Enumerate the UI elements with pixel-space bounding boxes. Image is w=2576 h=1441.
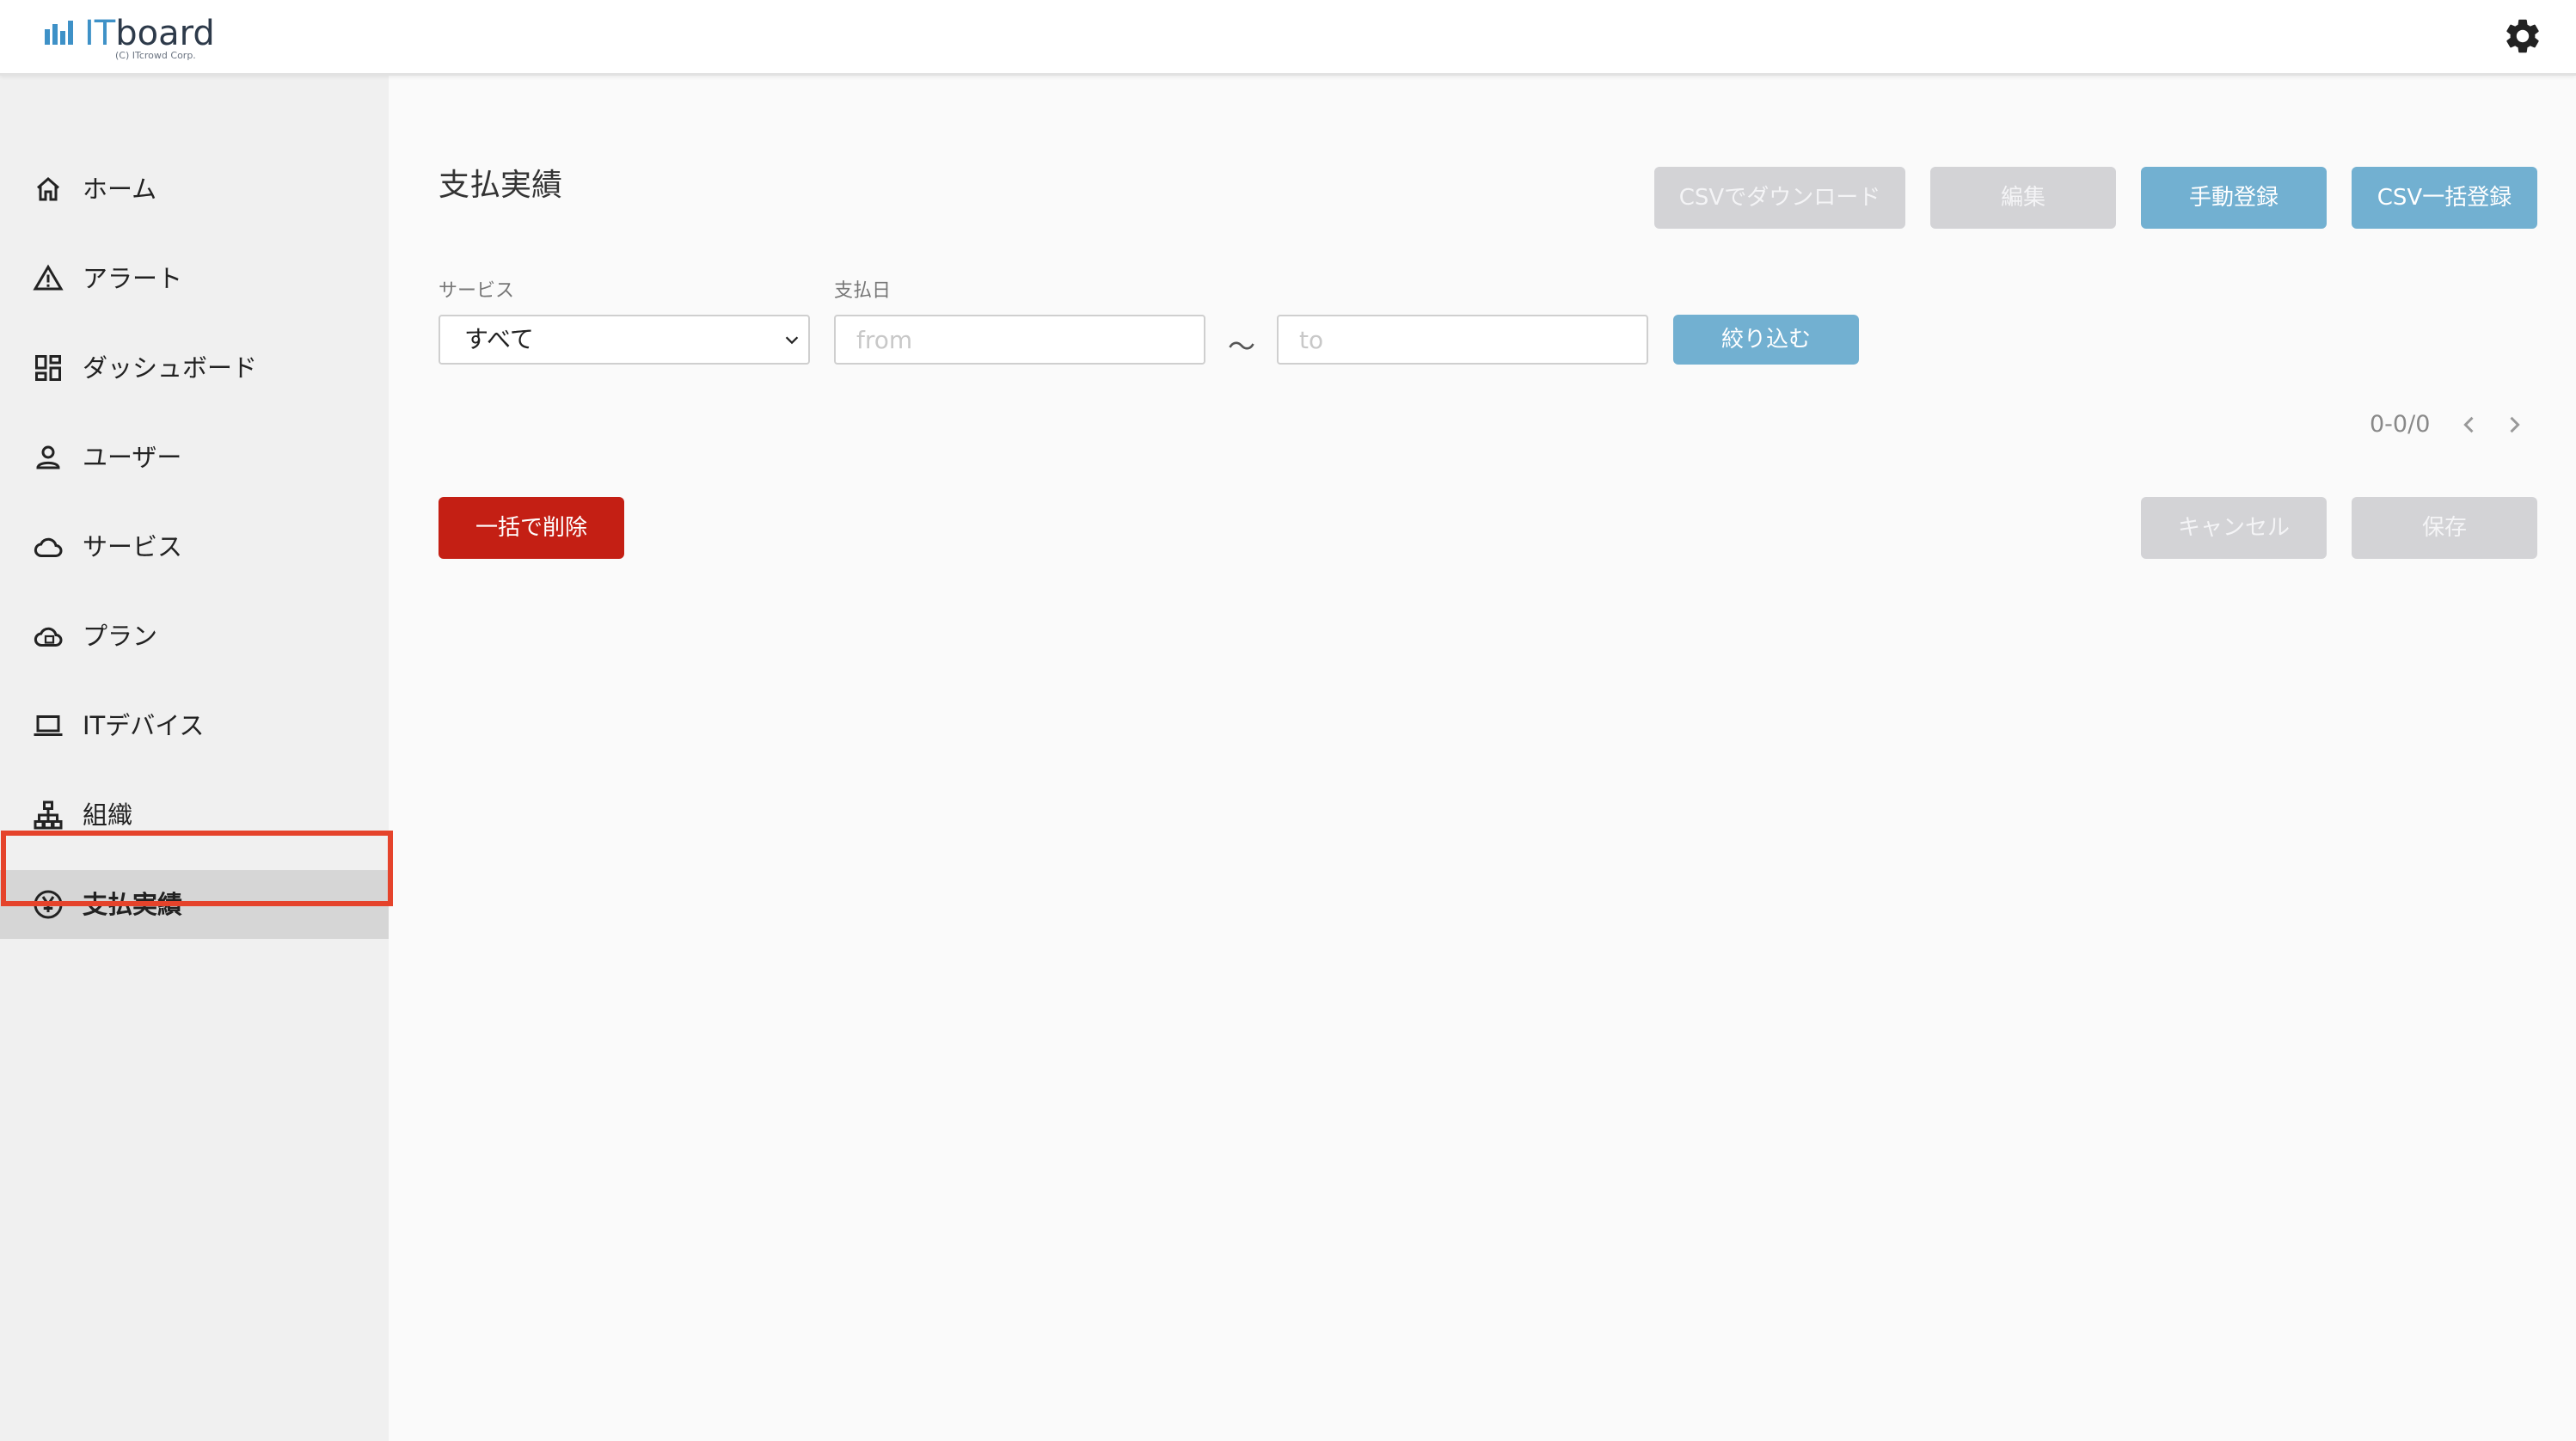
csv-bulk-register-button[interactable]: CSV一括登録 [2352,167,2537,229]
alert-icon [33,264,64,291]
bar-chart-logo-icon [45,21,73,45]
pagination-range: 0-0/0 [2370,411,2431,438]
payment-date-label: 支払日 [834,280,892,302]
cloud-icon [34,537,63,557]
service-select-value: すべて [464,325,534,353]
sidebar-item-label: 組織 [83,800,133,830]
yen-icon [34,890,63,919]
sidebar-item-home[interactable]: ホーム [0,155,389,224]
chevron-left-icon[interactable] [2457,411,2481,438]
chevron-down-icon [785,336,799,345]
sidebar-item-dashboard[interactable]: ダッシュボード [0,334,389,402]
cancel-button[interactable]: キャンセル [2141,497,2327,559]
date-range-separator: ～ [1228,330,1256,363]
logo-copyright: (C) ITcrowd Corp. [115,50,196,61]
filter-apply-button[interactable]: 絞り込む [1673,315,1859,365]
edit-button[interactable]: 編集 [1930,167,2116,229]
settings-gear-icon[interactable] [2502,15,2543,57]
plan-icon [34,627,63,647]
sidebar-item-label: プラン [83,622,158,651]
sidebar-item-label: サービス [83,532,183,561]
user-icon [36,445,60,469]
service-filter-label: サービス [439,280,515,302]
bulk-delete-button[interactable]: 一括で削除 [439,497,624,559]
sidebar-item-label: ITデバイス [83,711,205,740]
sidebar-item-label: 支払実績 [83,890,183,919]
chevron-right-icon[interactable] [2502,411,2526,438]
save-button[interactable]: 保存 [2352,497,2537,559]
sidebar-item-label: アラート [83,264,183,293]
date-to-input[interactable] [1277,315,1648,365]
dashboard-icon [35,355,61,381]
org-icon [34,800,63,830]
logo-wordmark: ITboard [84,14,215,53]
sidebar-item-alert[interactable]: アラート [0,244,389,313]
sidebar-item-organization[interactable]: 組織 [0,781,389,849]
sidebar-item-label: ホーム [83,175,157,204]
sidebar-item-users[interactable]: ユーザー [0,423,389,492]
itboard-logo[interactable]: ITboard (C) ITcrowd Corp. [43,12,232,64]
app-header: ITboard (C) ITcrowd Corp. [0,0,2576,76]
manual-register-button[interactable]: 手動登録 [2141,167,2327,229]
sidebar-nav: ホーム アラート ダッシュボード ユーザー サービス プラン ITデバイス 組織… [0,76,389,1441]
csv-download-button[interactable]: CSVでダウンロード [1654,167,1905,229]
date-from-input[interactable] [834,315,1205,365]
laptop-icon [34,715,63,736]
sidebar-item-payments[interactable]: 支払実績 [0,870,389,939]
sidebar-item-services[interactable]: サービス [0,512,389,581]
sidebar-item-plans[interactable]: プラン [0,602,389,671]
sidebar-item-label: ダッシュボード [83,353,258,383]
home-icon [37,177,59,201]
sidebar-item-it-devices[interactable]: ITデバイス [0,691,389,760]
page-title: 支払実績 [439,168,563,203]
service-select[interactable]: すべて [439,315,810,365]
sidebar-item-label: ユーザー [83,443,182,472]
